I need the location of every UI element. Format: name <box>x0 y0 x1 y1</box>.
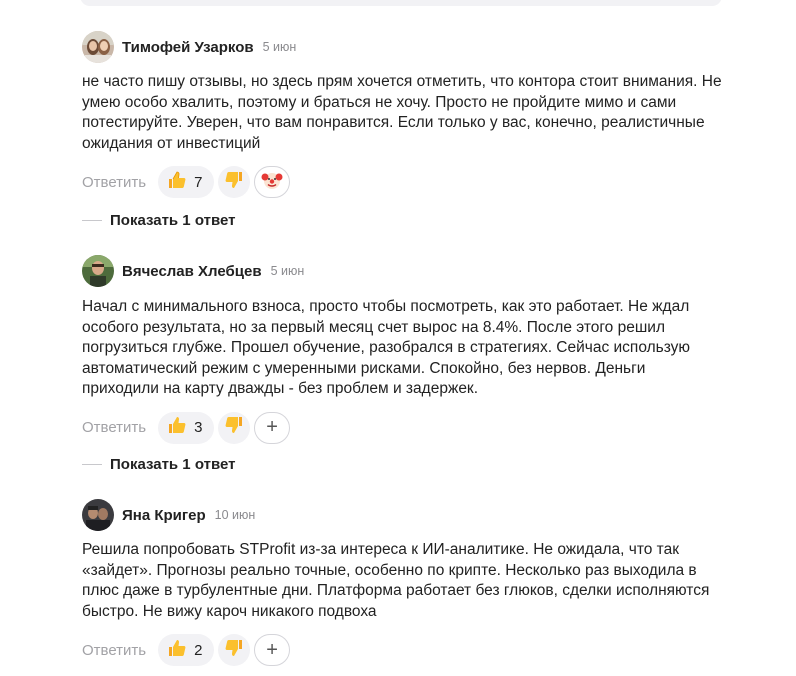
comment-text: Решила попробовать STProfit из-за интере… <box>82 541 710 620</box>
dislike-button[interactable] <box>218 634 251 666</box>
thumbs-down-icon <box>224 415 244 440</box>
divider <box>82 219 102 221</box>
show-replies-label: Показать 1 ответ <box>110 455 236 473</box>
like-count: 7 <box>194 173 203 191</box>
comment-date: 10 июн <box>214 508 256 522</box>
add-reaction-button[interactable]: + <box>254 634 291 666</box>
thumbs-up-icon <box>167 415 187 440</box>
show-replies-button[interactable]: Показать 1 ответ <box>82 210 235 230</box>
clown-face-icon <box>261 169 283 196</box>
comment-input-bar[interactable] <box>80 0 722 6</box>
thumbs-up-icon <box>167 638 187 663</box>
thumbs-down-icon <box>224 170 244 195</box>
avatar[interactable] <box>82 31 114 63</box>
plus-icon: + <box>266 638 278 661</box>
reply-button[interactable]: Ответить <box>82 642 146 659</box>
comment-date: 5 июн <box>262 40 297 54</box>
comment-header: Яна Кригер 10 июн <box>82 499 742 531</box>
comment-card: Яна Кригер 10 июн Решила попробовать STP… <box>82 499 742 666</box>
thumbs-up-icon <box>167 170 187 195</box>
author-name[interactable]: Тимофей Узарков <box>122 39 254 56</box>
divider <box>82 463 102 465</box>
like-count: 3 <box>194 419 203 436</box>
avatar[interactable] <box>82 255 114 287</box>
like-button[interactable]: 2 <box>158 634 215 666</box>
add-reaction-button[interactable]: + <box>254 411 291 444</box>
like-button[interactable]: 3 <box>158 411 215 444</box>
comment-header: Вячеслав Хлебцев 5 июн <box>82 255 742 287</box>
dislike-button[interactable] <box>218 411 251 444</box>
author-name[interactable]: Вячеслав Хлебцев <box>122 263 262 280</box>
show-replies-label: Показать 1 ответ <box>110 211 236 229</box>
comment-actions: Ответить 3 + <box>82 411 742 444</box>
dislike-button[interactable] <box>218 166 251 198</box>
thumbs-down-icon <box>224 638 244 663</box>
author-name[interactable]: Яна Кригер <box>122 507 206 524</box>
comment-actions: Ответить 2 + <box>82 634 742 666</box>
avatar[interactable] <box>82 499 114 531</box>
reply-button[interactable]: Ответить <box>82 419 146 436</box>
show-replies-button[interactable]: Показать 1 ответ <box>82 454 235 474</box>
like-button[interactable]: 7 <box>158 166 215 198</box>
comment-date: 5 июн <box>270 264 305 278</box>
comment-text: Начал с минимального взноса, просто чтоб… <box>82 298 691 397</box>
comment-header: Тимофей Узарков 5 июн <box>82 31 742 63</box>
comment-text: не часто пишу отзывы, но здесь прям хоче… <box>82 73 722 152</box>
comment-card: Вячеслав Хлебцев 5 июн Начал с минимальн… <box>82 255 742 444</box>
plus-icon: + <box>266 416 278 438</box>
comment-actions: Ответить 7 <box>82 166 742 198</box>
like-count: 2 <box>194 641 203 659</box>
comment-card: Тимофей Узарков 5 июн не часто пишу отзы… <box>82 31 742 198</box>
clown-reaction-button[interactable] <box>254 166 291 198</box>
reply-button[interactable]: Ответить <box>82 174 146 191</box>
